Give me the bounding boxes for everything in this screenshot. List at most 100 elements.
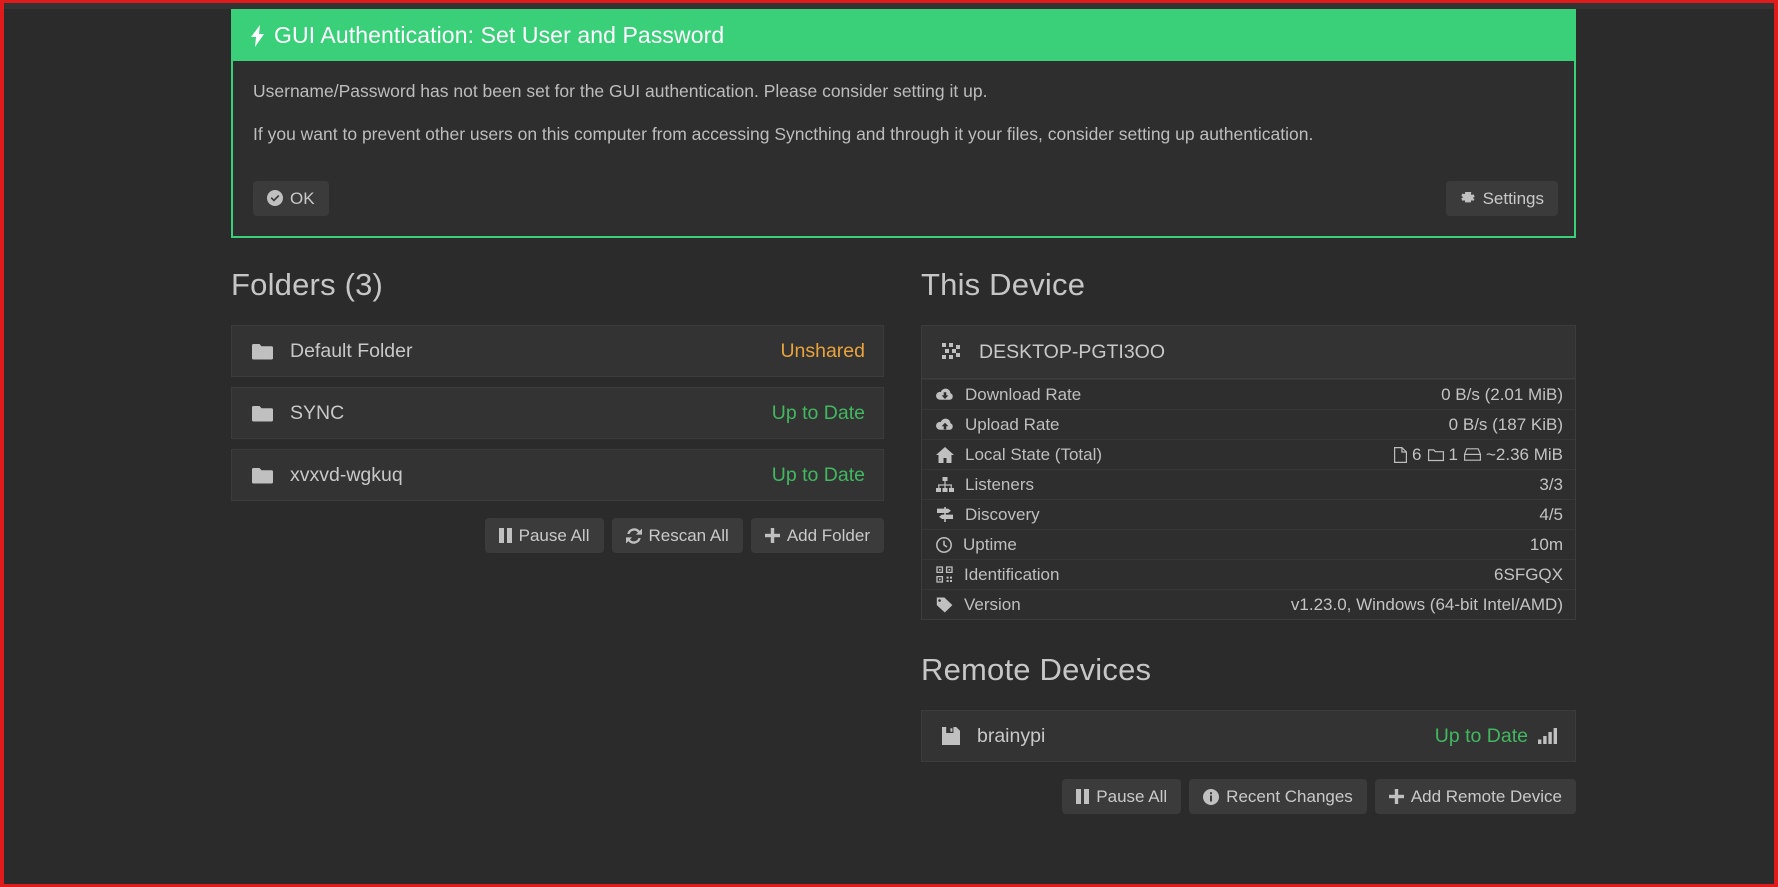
recent-changes-button[interactable]: Recent Changes xyxy=(1189,779,1367,814)
hard-drive-icon xyxy=(1463,448,1481,461)
stat-row-local-state: Local State (Total) 6 1 ~2.36 MiB xyxy=(922,439,1575,469)
stat-value: 0 B/s (2.01 MiB) xyxy=(1441,384,1563,404)
stat-row-version: Version v1.23.0, Windows (64-bit Intel/A… xyxy=(922,589,1575,619)
stat-value: v1.23.0, Windows (64-bit Intel/AMD) xyxy=(1290,594,1563,614)
gear-icon xyxy=(1460,190,1476,206)
stat-label: Version xyxy=(964,594,1021,614)
stat-row-listeners: Listeners 3/3 xyxy=(922,469,1575,499)
stat-label: Download Rate xyxy=(965,384,1082,404)
alert-settings-label: Settings xyxy=(1482,188,1544,208)
cloud-upload-icon xyxy=(936,418,954,432)
remote-device-status: Up to Date xyxy=(1434,724,1528,747)
add-folder-label: Add Folder xyxy=(786,526,870,545)
add-remote-device-label: Add Remote Device xyxy=(1410,787,1562,806)
tag-icon xyxy=(936,597,953,613)
local-state-folders: 1 xyxy=(1448,444,1458,464)
gui-auth-alert: GUI Authentication: Set User and Passwor… xyxy=(231,9,1576,238)
remote-devices-actions: Pause All Recent Changes Add Remote Devi… xyxy=(921,779,1576,814)
stat-row-uptime: Uptime 10m xyxy=(922,529,1575,559)
folders-rescan-all-button[interactable]: Rescan All xyxy=(611,518,743,553)
stat-label: Listeners xyxy=(965,474,1034,494)
recent-changes-label: Recent Changes xyxy=(1226,787,1353,806)
local-state-files: 6 xyxy=(1412,444,1422,464)
alert-body: Username/Password has not been set for t… xyxy=(233,61,1574,175)
add-remote-device-button[interactable]: Add Remote Device xyxy=(1374,779,1576,814)
folder-row[interactable]: SYNC Up to Date xyxy=(231,387,884,439)
check-circle-icon xyxy=(267,190,283,207)
stat-value: 4/5 xyxy=(1539,504,1563,524)
alert-header: GUI Authentication: Set User and Passwor… xyxy=(233,11,1574,61)
device-grid-icon xyxy=(942,343,962,361)
alert-body-line-1: Username/Password has not been set for t… xyxy=(253,81,988,101)
stat-label: Upload Rate xyxy=(965,414,1060,434)
folder-name: Default Folder xyxy=(290,339,413,362)
folder-status: Up to Date xyxy=(771,401,865,424)
remote-devices-heading: Remote Devices xyxy=(921,652,1152,687)
remote-devices-list: brainypi Up to Date xyxy=(921,710,1576,762)
info-circle-icon xyxy=(1203,788,1220,805)
plus-icon xyxy=(764,528,780,543)
folder-status: Unshared xyxy=(780,339,865,362)
folders-rescan-all-label: Rescan All xyxy=(648,526,729,545)
cloud-download-icon xyxy=(936,388,954,402)
local-state-size: ~2.36 MiB xyxy=(1485,444,1563,464)
folder-name: xvxvd-wgkuq xyxy=(290,463,403,486)
alert-ok-button[interactable]: OK xyxy=(253,180,329,216)
folder-icon xyxy=(252,467,273,484)
alert-footer: OK Settings xyxy=(233,175,1574,236)
stat-row-identification: Identification 6SFGQX xyxy=(922,559,1575,589)
this-device-name: DESKTOP-PGTI3OO xyxy=(979,340,1166,363)
browser-viewport: GUI Authentication: Set User and Passwor… xyxy=(4,3,1774,884)
stat-row-discovery: Discovery 4/5 xyxy=(922,499,1575,529)
stat-value[interactable]: 6SFGQX xyxy=(1494,565,1563,585)
stat-value-local-state: 6 1 ~2.36 MiB xyxy=(1394,445,1563,465)
folder-outline-icon xyxy=(1427,448,1444,462)
home-icon xyxy=(936,446,954,463)
folders-column: Folders (3) Default Folder Unshared SYNC… xyxy=(231,267,884,553)
folders-actions: Pause All Rescan All Add Folder xyxy=(231,518,884,553)
folder-status: Up to Date xyxy=(771,463,865,486)
folder-row[interactable]: Default Folder Unshared xyxy=(231,325,884,377)
stat-row-upload-rate: Upload Rate 0 B/s (187 KiB) xyxy=(922,409,1575,439)
remote-device-name: brainypi xyxy=(977,724,1046,747)
folders-pause-all-label: Pause All xyxy=(518,526,590,545)
sitemap-icon xyxy=(936,477,954,492)
clock-icon xyxy=(936,536,952,553)
stat-label: Local State (Total) xyxy=(965,444,1103,464)
alert-body-line-2: If you want to prevent other users on th… xyxy=(253,123,1314,144)
plus-icon xyxy=(1388,789,1404,804)
alert-settings-button[interactable]: Settings xyxy=(1445,180,1558,216)
alert-title: GUI Authentication: Set User and Passwor… xyxy=(274,22,725,48)
stat-row-download-rate: Download Rate 0 B/s (2.01 MiB) xyxy=(922,379,1575,409)
folder-name: SYNC xyxy=(290,401,345,424)
signpost-icon xyxy=(936,507,954,522)
stat-label: Discovery xyxy=(965,504,1040,524)
remote-pause-all-label: Pause All xyxy=(1096,787,1168,806)
file-icon xyxy=(1394,446,1408,463)
stat-value: 10m xyxy=(1529,534,1563,554)
folder-row[interactable]: xvxvd-wgkuq Up to Date xyxy=(231,449,884,501)
stat-value: 0 B/s (187 KiB) xyxy=(1448,414,1563,434)
stat-label: Uptime xyxy=(963,534,1017,554)
folders-heading: Folders (3) xyxy=(231,267,384,302)
alert-ok-label: OK xyxy=(290,188,315,208)
this-device-heading: This Device xyxy=(921,267,1086,302)
bolt-icon xyxy=(251,24,265,47)
add-folder-button[interactable]: Add Folder xyxy=(750,518,884,553)
devices-column: This Device DESKTOP-PGTI3OO Download Rat… xyxy=(921,267,1576,814)
save-device-icon xyxy=(942,727,960,745)
qrcode-icon xyxy=(936,566,953,583)
remote-device-row[interactable]: brainypi Up to Date xyxy=(921,710,1576,762)
refresh-icon xyxy=(625,527,642,544)
signal-bars-icon xyxy=(1538,728,1557,744)
folders-list: Default Folder Unshared SYNC Up to Date xyxy=(231,325,884,501)
stat-label: Identification xyxy=(964,564,1060,584)
remote-pause-all-button[interactable]: Pause All xyxy=(1062,779,1182,814)
folders-pause-all-button[interactable]: Pause All xyxy=(484,518,604,553)
folder-icon xyxy=(252,405,273,422)
this-device-header[interactable]: DESKTOP-PGTI3OO xyxy=(922,326,1575,379)
this-device-card: DESKTOP-PGTI3OO Download Rate 0 B/s (2.0… xyxy=(921,325,1576,620)
pause-icon xyxy=(1076,789,1090,804)
stat-value: 3/3 xyxy=(1539,474,1563,494)
folder-icon xyxy=(252,343,273,360)
